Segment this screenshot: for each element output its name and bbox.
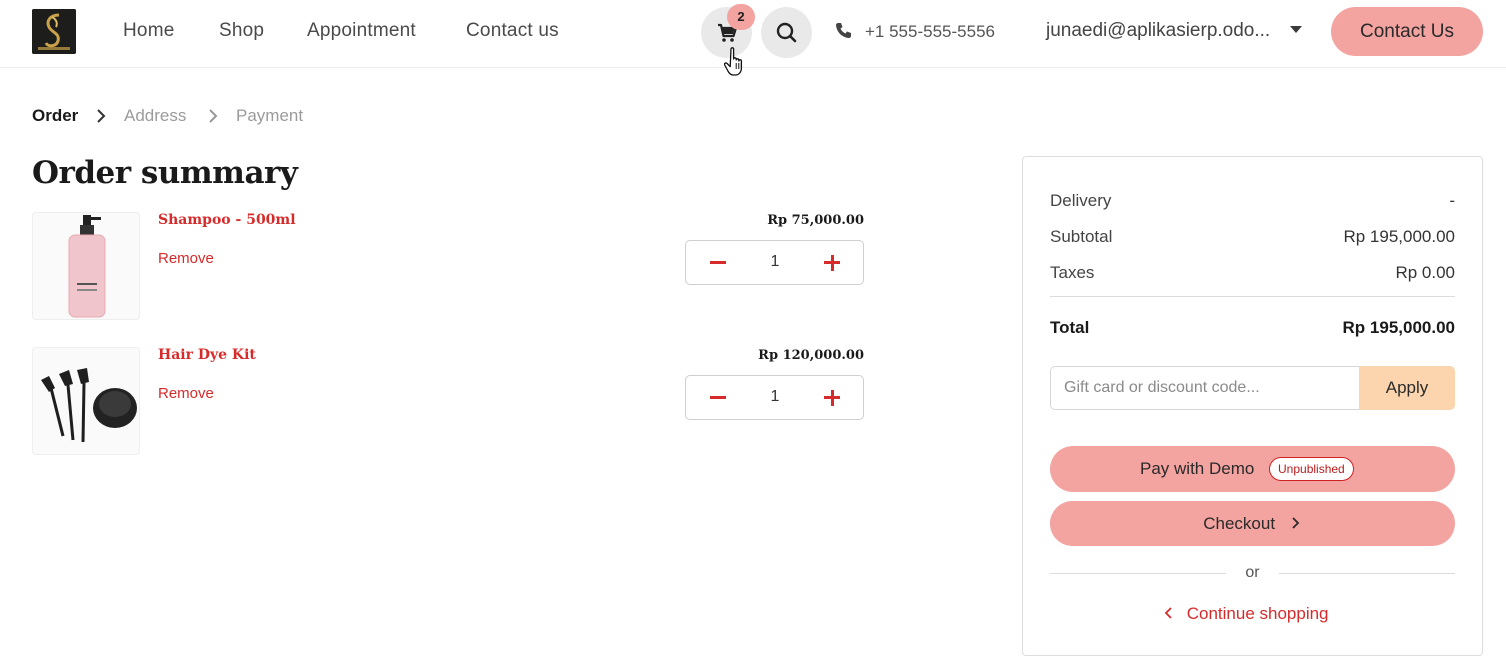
subtotal-value: Rp 195,000.00 xyxy=(1343,227,1455,246)
chevron-left-icon xyxy=(1164,607,1172,619)
product-price: Rp 120,000.00 xyxy=(758,348,864,363)
summary-divider xyxy=(1050,296,1455,297)
remove-link[interactable]: Remove xyxy=(158,385,214,402)
unpublished-badge: Unpublished xyxy=(1269,457,1354,481)
breadcrumb-payment: Payment xyxy=(236,106,304,125)
breadcrumb-order[interactable]: Order xyxy=(32,106,78,126)
product-image-shampoo[interactable] xyxy=(32,212,140,320)
taxes-value: Rp 0.00 xyxy=(1395,263,1455,282)
subtotal-label: Subtotal xyxy=(1050,227,1113,246)
breadcrumb-address: Address xyxy=(124,106,187,125)
search-button[interactable] xyxy=(761,7,812,58)
total-label: Total xyxy=(1050,318,1090,337)
brand-logo[interactable] xyxy=(32,9,76,54)
hair-dye-kit-icon xyxy=(41,368,137,443)
discount-code-input[interactable] xyxy=(1050,366,1360,410)
phone-number[interactable]: +1 555-555-5556 xyxy=(865,22,995,42)
minus-icon[interactable] xyxy=(710,261,726,264)
nav-contact-us[interactable]: Contact us xyxy=(466,20,559,42)
minus-icon[interactable] xyxy=(710,396,726,399)
pay-with-demo-button[interactable]: Pay with Demo Unpublished xyxy=(1050,446,1455,492)
product-name[interactable]: Shampoo - 500ml xyxy=(158,212,296,228)
contact-us-button[interactable]: Contact Us xyxy=(1331,7,1483,56)
or-divider-left xyxy=(1050,573,1226,574)
phone-icon xyxy=(836,23,851,38)
search-icon xyxy=(776,22,797,43)
quantity-stepper: 1 xyxy=(685,375,864,420)
nav-appointment[interactable]: Appointment xyxy=(307,20,416,42)
checkout-button[interactable]: Checkout xyxy=(1050,501,1455,546)
apply-button[interactable]: Apply xyxy=(1359,366,1455,410)
delivery-label: Delivery xyxy=(1050,191,1112,210)
nav-home[interactable]: Home xyxy=(123,20,174,42)
taxes-label: Taxes xyxy=(1050,263,1095,282)
chevron-right-icon xyxy=(97,109,106,123)
remove-link[interactable]: Remove xyxy=(158,250,214,267)
cart-count-badge: 2 xyxy=(727,4,755,30)
shampoo-bottle-icon xyxy=(68,215,106,318)
or-divider-right xyxy=(1279,573,1455,574)
continue-shopping-label: Continue shopping xyxy=(1186,604,1329,623)
page-title: Order summary xyxy=(32,155,298,191)
product-price: Rp 75,000.00 xyxy=(767,213,864,228)
hand-pointer-icon xyxy=(724,47,743,76)
product-name[interactable]: Hair Dye Kit xyxy=(158,347,256,363)
plus-icon-stem[interactable] xyxy=(830,390,834,406)
delivery-value: - xyxy=(1449,191,1455,210)
continue-shopping-link[interactable]: Continue shopping xyxy=(1164,604,1329,624)
chevron-right-icon xyxy=(209,109,218,123)
quantity-value[interactable]: 1 xyxy=(746,388,804,406)
plus-icon-stem[interactable] xyxy=(830,255,834,271)
site-header: Home Shop Appointment Contact us 2 +1 55… xyxy=(0,0,1506,76)
nav-shop[interactable]: Shop xyxy=(219,20,264,42)
logo-mark-icon xyxy=(32,9,76,54)
product-image-hair-dye-kit[interactable] xyxy=(32,347,140,455)
chevron-down-icon[interactable] xyxy=(1290,26,1302,33)
quantity-stepper: 1 xyxy=(685,240,864,285)
pay-label: Pay with Demo xyxy=(1140,459,1255,478)
user-menu[interactable]: junaedi@aplikasierp.odo... xyxy=(1046,20,1270,42)
quantity-value[interactable]: 1 xyxy=(746,253,804,271)
chevron-right-icon xyxy=(1292,517,1300,529)
or-label: or xyxy=(1245,564,1260,581)
total-value: Rp 195,000.00 xyxy=(1342,318,1455,337)
checkout-label: Checkout xyxy=(1203,514,1276,533)
